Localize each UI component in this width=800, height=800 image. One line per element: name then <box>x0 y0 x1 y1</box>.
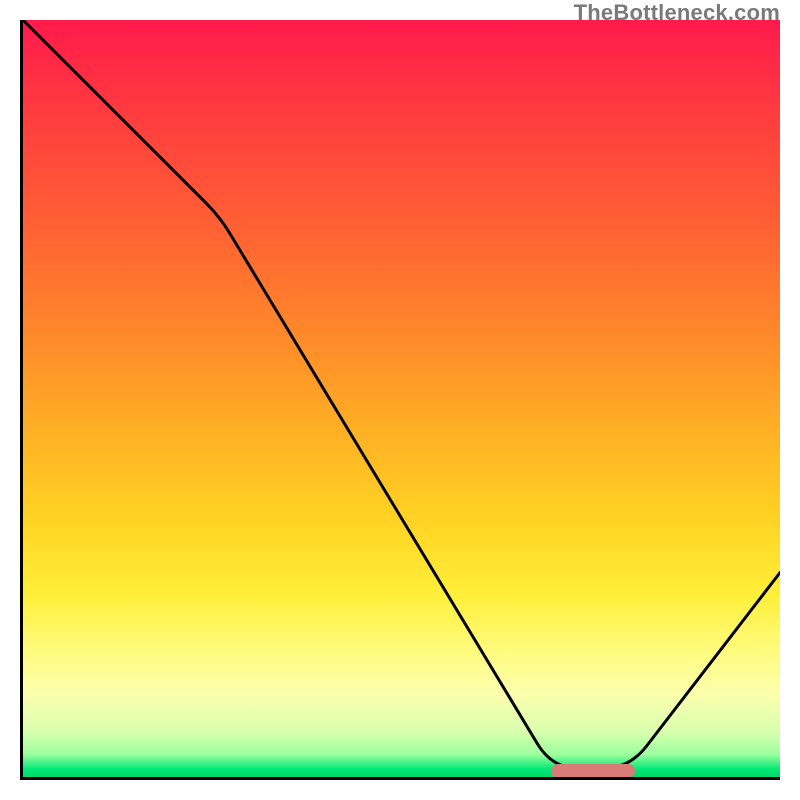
plot-area <box>20 20 780 780</box>
bottleneck-chart: TheBottleneck.com <box>0 0 800 800</box>
curve-layer <box>23 20 780 777</box>
optimal-range-marker <box>551 764 635 778</box>
bottleneck-curve-path <box>23 20 780 769</box>
